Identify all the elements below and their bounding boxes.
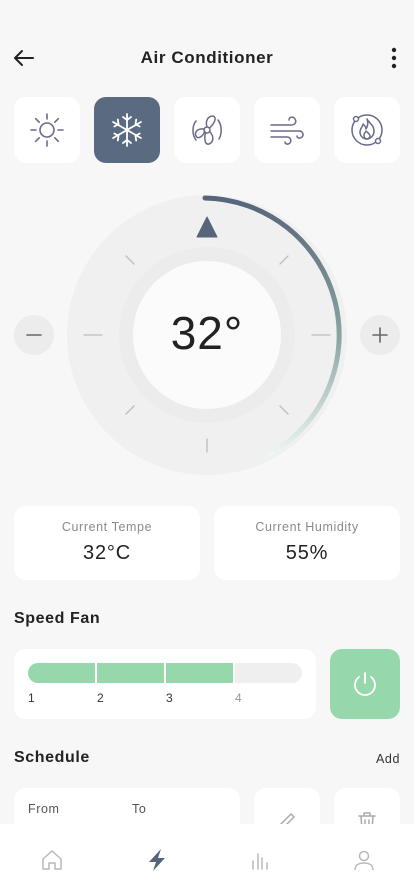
current-temperature-card: Current Tempe 32°C bbox=[14, 506, 200, 580]
nav-energy[interactable] bbox=[143, 846, 171, 874]
flame-icon bbox=[351, 114, 383, 146]
speed-divider bbox=[164, 663, 166, 683]
speed-level-2[interactable]: 2 bbox=[97, 691, 104, 705]
temperature-value: 32° bbox=[170, 307, 244, 359]
mode-fan-button[interactable] bbox=[174, 97, 240, 163]
stat-value: 55% bbox=[285, 542, 329, 564]
fan-icon bbox=[192, 115, 222, 145]
speed-fan-fill bbox=[28, 663, 234, 683]
more-vertical-icon bbox=[391, 47, 397, 69]
speed-level-3[interactable]: 3 bbox=[166, 691, 173, 705]
plus-icon bbox=[372, 327, 388, 343]
add-schedule-link[interactable]: Add bbox=[376, 752, 400, 766]
mode-cool-button[interactable] bbox=[94, 97, 160, 163]
mode-heat-button[interactable] bbox=[14, 97, 80, 163]
page-title: Air Conditioner bbox=[140, 48, 274, 67]
minus-icon bbox=[26, 334, 42, 336]
current-humidity-card: Current Humidity 55% bbox=[214, 506, 400, 580]
stat-label: Current Humidity bbox=[255, 520, 359, 534]
speed-fan-title: Speed Fan bbox=[14, 610, 101, 627]
mode-selector bbox=[14, 97, 400, 163]
stats-icon bbox=[252, 853, 268, 870]
stat-label: Current Tempe bbox=[61, 520, 153, 534]
speed-fan-slider[interactable] bbox=[28, 663, 302, 683]
mode-auto-button[interactable] bbox=[334, 97, 400, 163]
increase-temp-button[interactable] bbox=[360, 315, 400, 355]
speed-fan-card: 1 2 3 4 bbox=[14, 649, 316, 719]
nav-profile[interactable] bbox=[350, 846, 378, 874]
profile-icon bbox=[354, 850, 374, 871]
stat-value: 32°C bbox=[83, 542, 131, 564]
snowflake-icon bbox=[112, 113, 142, 147]
nav-home[interactable] bbox=[38, 846, 66, 874]
schedule-to-label: To bbox=[132, 802, 147, 816]
sun-icon bbox=[30, 113, 64, 147]
wind-icon bbox=[270, 116, 304, 145]
bolt-icon bbox=[149, 849, 165, 871]
bottom-navigation bbox=[0, 824, 414, 896]
temperature-dial: 32° bbox=[0, 190, 414, 480]
speed-divider bbox=[95, 663, 97, 683]
speed-divider bbox=[233, 663, 235, 683]
speed-level-1[interactable]: 1 bbox=[28, 691, 35, 705]
power-button[interactable] bbox=[330, 649, 400, 719]
more-options-button[interactable] bbox=[380, 44, 408, 72]
app-header: Air Conditioner bbox=[0, 36, 414, 80]
home-icon bbox=[42, 850, 62, 870]
mode-dry-button[interactable] bbox=[254, 97, 320, 163]
schedule-from-label: From bbox=[28, 802, 60, 816]
nav-statistics[interactable] bbox=[246, 846, 274, 874]
speed-level-4[interactable]: 4 bbox=[235, 691, 242, 705]
decrease-temp-button[interactable] bbox=[14, 315, 54, 355]
schedule-title: Schedule bbox=[14, 749, 90, 766]
power-icon bbox=[354, 672, 376, 696]
